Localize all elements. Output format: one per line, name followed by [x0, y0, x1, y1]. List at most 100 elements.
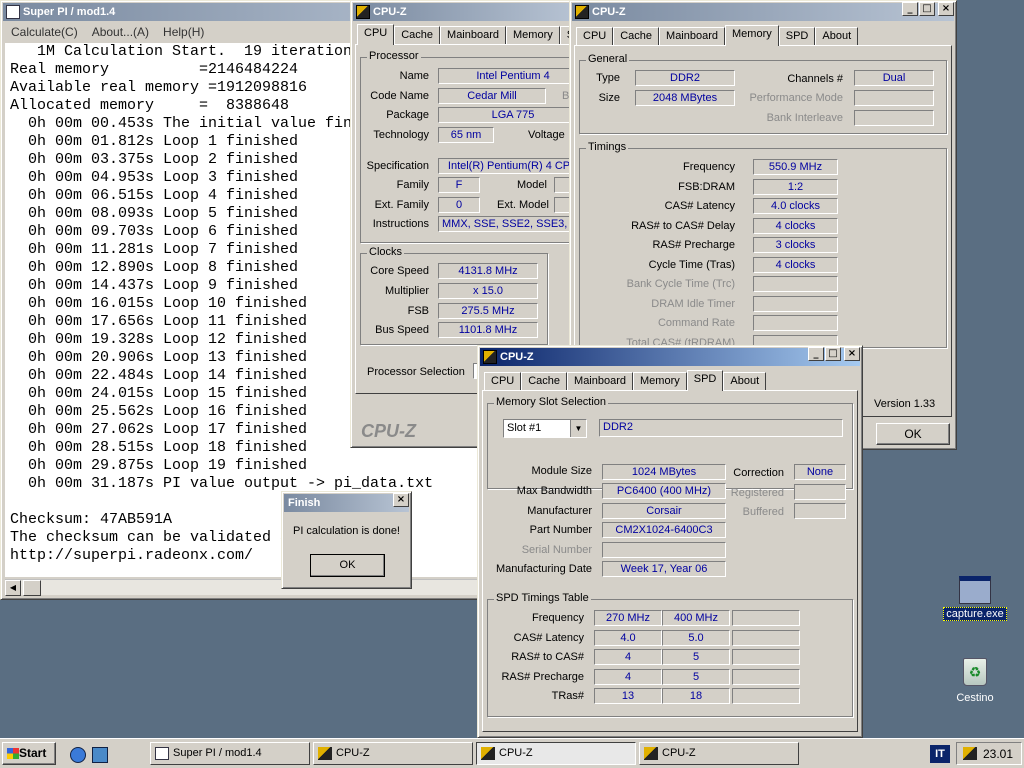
- cpuz-memory-titlebar[interactable]: CPU-Z: [572, 3, 954, 21]
- console-line: The checksum can be validated at: [10, 529, 299, 546]
- taskbar-item-label: Super PI / mod1.4: [173, 747, 262, 759]
- tab-cpu[interactable]: CPU: [357, 24, 395, 45]
- tab-mainboard[interactable]: Mainboard: [440, 26, 507, 45]
- start-button[interactable]: Start: [2, 742, 56, 765]
- tab-about[interactable]: About: [723, 372, 767, 391]
- spd-row-label: Frequency: [532, 612, 584, 624]
- taskbar-item-superpi[interactable]: Super PI / mod1.4: [150, 742, 310, 765]
- finish-ok-button[interactable]: OK: [310, 554, 385, 577]
- version-text: Version 1.33: [874, 398, 936, 410]
- cpuz-spd-title: CPU-Z: [500, 351, 534, 363]
- cpuz-cpu-titlebar[interactable]: CPU-Z: [353, 3, 579, 21]
- close-button[interactable]: ×: [938, 2, 954, 16]
- spd-table-cell: 400 MHz: [662, 610, 730, 626]
- specification-value: Intel(R) Pentium(R) 4 CPU: [438, 158, 581, 174]
- desktop-icon-recycle-bin[interactable]: ♻ Cestino: [940, 658, 1010, 704]
- cpuz-app-icon: [575, 5, 589, 19]
- package-value: LGA 775: [438, 107, 581, 123]
- type-label: Type: [596, 72, 620, 84]
- minimize-button[interactable]: _: [808, 347, 824, 361]
- tab-mainboard[interactable]: Mainboard: [659, 27, 726, 46]
- tab-spd[interactable]: SPD: [778, 27, 816, 46]
- spd-table-cell: 5.0: [662, 629, 730, 646]
- cpuz-app-icon: [644, 747, 658, 760]
- spd-table-cell: 5: [662, 668, 730, 685]
- finish-message: PI calculation is done!: [292, 525, 400, 537]
- specification-label: Specification: [366, 160, 429, 172]
- close-button[interactable]: ×: [844, 347, 860, 361]
- general-group-label: General: [586, 53, 630, 65]
- minimize-button[interactable]: _: [902, 2, 918, 16]
- taskbar-item-label: CPU-Z: [499, 747, 533, 759]
- chevron-down-icon[interactable]: ▼: [570, 420, 586, 437]
- language-indicator[interactable]: IT: [930, 745, 950, 763]
- slot-type-value: DDR2: [599, 419, 843, 437]
- cpuz-spd-titlebar[interactable]: CPU-Z: [480, 348, 860, 366]
- menu-about[interactable]: About...(A): [92, 22, 149, 42]
- taskbar-item-cpuz-3[interactable]: CPU-Z: [639, 742, 799, 765]
- finish-title: Finish: [288, 497, 321, 509]
- superpi-app-icon: [155, 747, 169, 760]
- cpuz-app-icon: [318, 747, 332, 760]
- max-bandwidth-value: PC6400 (400 MHz): [602, 483, 726, 499]
- tab-memory[interactable]: Memory: [725, 25, 779, 46]
- close-button[interactable]: ×: [393, 493, 409, 507]
- ext-family-label: Ext. Family: [374, 199, 429, 211]
- cpuz-cpu-title: CPU-Z: [373, 6, 407, 18]
- part-number-label: Part Number: [529, 524, 592, 536]
- tab-spd[interactable]: SPD: [686, 370, 724, 391]
- ie-icon[interactable]: [70, 747, 86, 763]
- taskbar: Start Super PI / mod1.4 CPU-Z CPU-Z CPU-…: [0, 738, 1024, 768]
- console-line: http://superpi.radeonx.com/: [10, 547, 254, 564]
- manufacturer-value: Corsair: [602, 503, 726, 519]
- spd-table-cell: [732, 629, 800, 646]
- tab-cache[interactable]: Cache: [394, 26, 441, 45]
- horizontal-scrollbar[interactable]: ◀: [5, 579, 495, 596]
- serial-number-value: [602, 542, 726, 558]
- tab-memory[interactable]: Memory: [506, 26, 560, 45]
- menu-help[interactable]: Help(H): [163, 22, 204, 42]
- finish-titlebar[interactable]: Finish: [284, 494, 409, 512]
- tab-mainboard[interactable]: Mainboard: [567, 372, 634, 391]
- scroll-thumb[interactable]: [23, 580, 41, 596]
- slot-dropdown[interactable]: Slot #1 ▼: [503, 419, 587, 438]
- desktop-icon[interactable]: [92, 747, 108, 763]
- voltage-label: Voltage: [528, 129, 565, 141]
- taskbar-item-cpuz-1[interactable]: CPU-Z: [313, 742, 473, 765]
- cpuz-memory-title: CPU-Z: [592, 6, 626, 18]
- instructions-value: MMX, SSE, SSE2, SSE3, EM64T: [438, 216, 581, 232]
- slot-selection-label: Memory Slot Selection: [494, 396, 609, 408]
- tab-cpu[interactable]: CPU: [576, 27, 614, 46]
- tab-cache[interactable]: Cache: [521, 372, 568, 391]
- manufacturing-date-value: Week 17, Year 06: [602, 561, 726, 577]
- console-line: 0h 00m 31.187s PI value output -> pi_dat…: [10, 475, 434, 492]
- multiplier-label: Multiplier: [384, 285, 429, 297]
- bus-speed-value: 1101.8 MHz: [438, 322, 538, 338]
- maximize-button[interactable]: □: [919, 2, 935, 16]
- windows-logo-icon: [7, 748, 19, 759]
- scroll-left-icon[interactable]: ◀: [5, 580, 21, 596]
- tab-cache[interactable]: Cache: [613, 27, 660, 46]
- clock: 23.01: [982, 747, 1013, 761]
- timing-label: RAS# to CAS# Delay: [631, 219, 735, 232]
- ok-button[interactable]: OK: [876, 423, 950, 445]
- instructions-label: Instructions: [372, 218, 429, 230]
- maximize-button[interactable]: □: [825, 347, 841, 361]
- spd-table-cell: 4: [594, 649, 662, 665]
- tray-app-icon[interactable]: [963, 747, 977, 760]
- core-speed-label: Core Speed: [370, 265, 429, 277]
- tab-about[interactable]: About: [815, 27, 859, 46]
- desktop-icon-capture[interactable]: capture.exe: [940, 576, 1010, 621]
- ext-family-value: 0: [438, 197, 480, 213]
- tab-memory[interactable]: Memory: [633, 372, 687, 391]
- tab-cpu[interactable]: CPU: [484, 372, 522, 391]
- taskbar-item-cpuz-2[interactable]: CPU-Z: [476, 742, 636, 765]
- spd-table-cell: 5: [662, 649, 730, 665]
- cpuz-spd-window[interactable]: CPU-Z _ □ × CPU Cache Mainboard Memory S…: [477, 345, 863, 738]
- finish-dialog[interactable]: Finish × PI calculation is done! OK: [281, 491, 412, 589]
- recycle-bin-label: Cestino: [956, 692, 994, 704]
- ext-model-label: Ext. Model: [497, 199, 549, 211]
- buffered-label: Buffered: [742, 506, 784, 518]
- cpuz-app-icon: [483, 350, 497, 364]
- menu-calculate[interactable]: Calculate(C): [11, 22, 78, 42]
